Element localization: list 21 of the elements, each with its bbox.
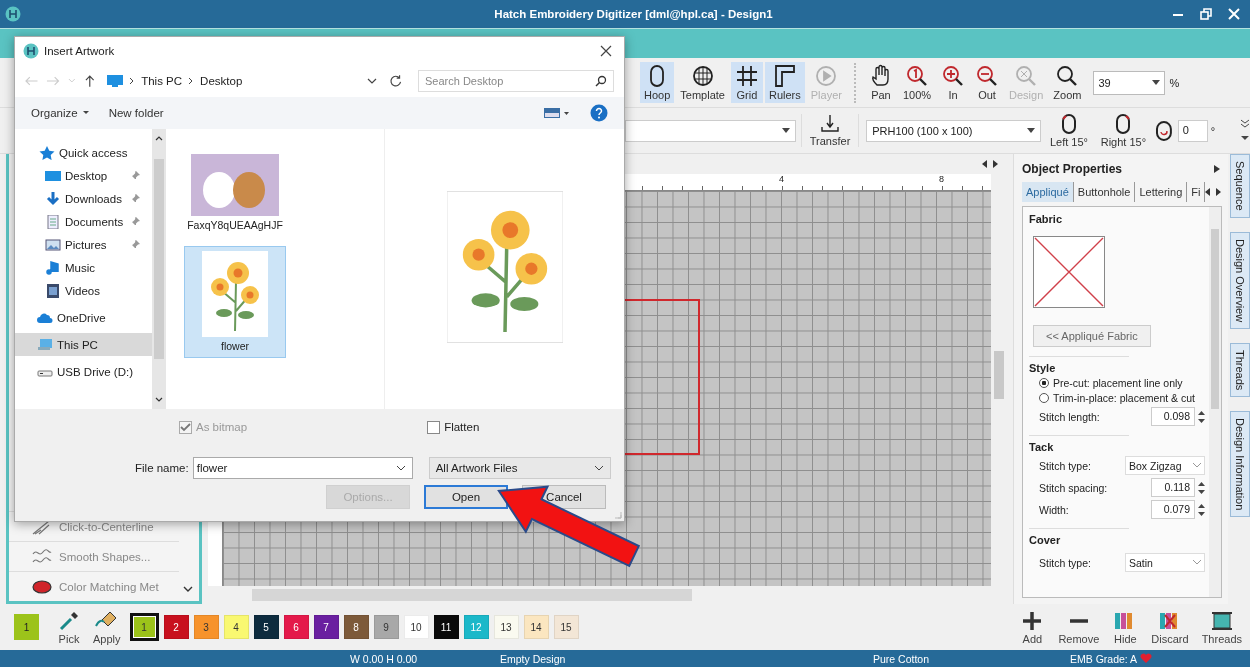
status-text: Pure Cotton xyxy=(873,652,931,665)
degree-label: ° xyxy=(1210,124,1216,137)
status-text: Empty Design xyxy=(500,652,567,665)
window-title: Hatch Embroidery Digitizer [dml@hpl.ca] - Design1 xyxy=(493,8,774,20)
field-label: File name: xyxy=(135,462,189,474)
ruler-label: 4 xyxy=(779,174,784,184)
status-text: W 0.00 H 0.00 xyxy=(350,652,419,665)
section-heading: Style xyxy=(1029,362,1057,374)
panel-title: Object Properties xyxy=(1022,162,1123,176)
percent-label: % xyxy=(1169,76,1180,89)
ruler-label: 8 xyxy=(939,174,944,184)
section-heading: Tack xyxy=(1029,441,1055,453)
section-heading: Cover xyxy=(1029,534,1062,546)
dialog-title: Insert Artwork xyxy=(44,45,115,57)
field-label: Width: xyxy=(1039,503,1070,516)
field-label: Stitch type: xyxy=(1039,556,1092,569)
field-label: Stitch type: xyxy=(1039,459,1092,472)
field-label: Stitch spacing: xyxy=(1039,481,1109,494)
status-text: EMB Grade: A xyxy=(1070,652,1138,665)
section-heading: Fabric xyxy=(1029,213,1063,225)
field-label: Stitch length: xyxy=(1039,410,1101,423)
